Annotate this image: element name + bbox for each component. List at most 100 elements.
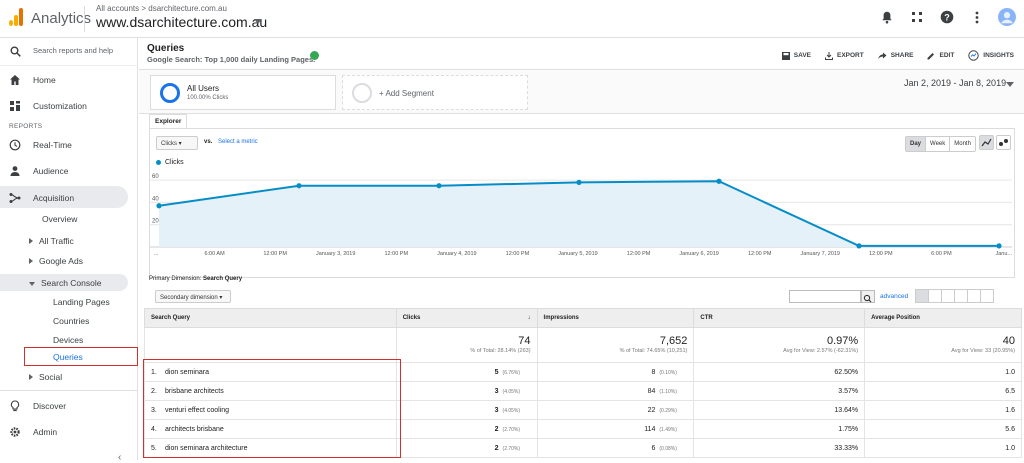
reports-section-label: REPORTS	[9, 123, 43, 130]
pivot-view-icon[interactable]	[980, 289, 994, 303]
share-icon	[878, 52, 887, 59]
ctr-cell: 13.64%	[693, 400, 866, 420]
line-chart: 20 40 60... 6:00 AM 12:00 PM January 3, 2019 1…	[150, 174, 1012, 257]
sidebar-item-label: Search Console	[41, 278, 102, 288]
chart-legend: Clicks	[156, 159, 184, 166]
x-tick-label: 12:00 PM	[748, 251, 772, 257]
ctr-cell: 33.33%	[693, 438, 866, 458]
x-tick-label: 12:00 PM	[385, 251, 409, 257]
col-header-label: Clicks	[402, 315, 421, 321]
analytics-logo[interactable]	[9, 8, 23, 26]
clicks-percent: (6.76%)	[502, 369, 521, 376]
line-chart-icon[interactable]	[979, 135, 994, 150]
sidebar-item-label: Discover	[33, 401, 67, 411]
totals-row: 74% of Total: 28.14% (263) 7,652% of Tot…	[144, 327, 1022, 363]
impressions-percent: (0.10%)	[659, 369, 677, 376]
sidebar-item-label: Audience	[33, 166, 69, 176]
help-icon[interactable]: ?	[938, 8, 956, 26]
account-breadcrumb[interactable]: All accounts > dsarchitecture.com.au	[96, 4, 227, 13]
sidebar-item-label: Social	[39, 372, 63, 382]
metric-select[interactable]: Clicks ▾	[156, 136, 198, 150]
totals-clicks-cell: 74% of Total: 28.14% (263)	[395, 327, 538, 363]
collapse-sidebar-icon[interactable]: ‹	[118, 452, 121, 463]
add-segment-button[interactable]: + Add Segment	[342, 75, 528, 110]
clicks-cell: 3 (4.05%)	[395, 400, 538, 420]
table-header-row: Search Query Clicks ↓ Impressions CTR Ave…	[144, 308, 1022, 328]
legend-label: Clicks	[165, 159, 184, 166]
share-button[interactable]: SHARE	[878, 50, 913, 61]
data-point	[296, 183, 302, 189]
export-button[interactable]: EXPORT	[824, 50, 864, 61]
col-header-position[interactable]: Average Position	[864, 308, 1022, 328]
comparison-view-icon[interactable]	[954, 289, 968, 303]
segment-placeholder-icon	[352, 83, 372, 103]
more-vert-icon[interactable]	[968, 8, 986, 26]
sidebar-item-label: Google Ads	[39, 256, 83, 266]
search-input[interactable]: Search reports and help	[33, 46, 113, 55]
month-button[interactable]: Month	[950, 137, 975, 151]
performance-view-icon[interactable]	[941, 289, 955, 303]
table-view-icon[interactable]	[915, 289, 929, 303]
x-tick-label: 12:00 PM	[263, 251, 287, 257]
motion-chart-icon[interactable]	[996, 135, 1011, 150]
clicks-percent: (2.70%)	[502, 445, 521, 452]
data-point	[856, 243, 862, 249]
select-metric-link[interactable]: Select a metric	[218, 139, 258, 145]
position-cell: 6.5	[864, 381, 1022, 401]
bell-icon[interactable]	[878, 8, 896, 26]
table-view-toggle	[915, 289, 994, 303]
chevron-down-icon[interactable]	[254, 19, 262, 24]
table-search-input[interactable]	[789, 290, 861, 303]
search-icon	[863, 294, 872, 303]
clicks-value: 3	[494, 406, 499, 414]
top-bar: Analytics All accounts > dsarchitecture.…	[0, 0, 1024, 38]
property-selector[interactable]: www.dsarchitecture.com.au	[96, 14, 267, 30]
apps-grid-icon[interactable]	[908, 8, 926, 26]
clicks-percent: (2.70%)	[502, 426, 521, 433]
advanced-filter-link[interactable]: advanced	[880, 293, 908, 300]
segment-all-users[interactable]: All Users 100.00% Clicks	[150, 75, 336, 110]
col-header-ctr[interactable]: CTR	[693, 308, 866, 328]
chart-panel: Clicks ▾ vs. Select a metric Day Week Mo…	[149, 128, 1015, 278]
secondary-dimension-select[interactable]: Secondary dimension ▾	[155, 290, 231, 303]
col-header-label: Average Position	[871, 315, 920, 321]
x-tick-label: 6:00 AM	[204, 251, 225, 257]
day-button[interactable]: Day	[906, 137, 927, 151]
sidebar-item-label: Landing Pages	[53, 297, 110, 307]
data-point	[576, 179, 582, 185]
y-tick-label: 20	[152, 219, 159, 225]
totals-value: 0.97%	[826, 335, 859, 347]
ctr-cell: 62.50%	[693, 362, 866, 382]
insights-button[interactable]: INSIGHTS	[968, 50, 1014, 61]
date-range-picker[interactable]: Jan 2, 2019 - Jan 8, 2019	[904, 78, 1006, 88]
percentage-view-icon[interactable]	[928, 289, 942, 303]
chevron-right-icon	[29, 374, 33, 380]
pencil-icon	[927, 52, 935, 59]
sidebar-search[interactable]: Search reports and help	[0, 38, 138, 66]
col-header-impressions[interactable]: Impressions	[536, 308, 695, 328]
position-value: 6.5	[1005, 387, 1015, 395]
tab-bar: Explorer	[139, 114, 1024, 129]
term-cloud-icon[interactable]	[967, 289, 981, 303]
chevron-down-icon[interactable]	[1006, 82, 1014, 87]
rows-highlight-box	[143, 359, 401, 458]
clicks-value: 3	[494, 387, 499, 395]
col-header-query[interactable]: Search Query	[144, 308, 397, 328]
edit-button[interactable]: EDIT	[927, 50, 954, 61]
week-button[interactable]: Week	[926, 137, 951, 151]
col-header-clicks[interactable]: Clicks ↓	[395, 308, 538, 328]
position-value: 1.0	[1005, 444, 1015, 452]
segment-percent: 100.00% Clicks	[187, 95, 229, 101]
x-tick-label: January 3, 2019	[316, 251, 355, 257]
sidebar-item-label: Admin	[33, 427, 58, 437]
insights-label: INSIGHTS	[983, 52, 1014, 59]
export-icon	[824, 51, 833, 60]
save-button[interactable]: SAVE	[781, 50, 811, 61]
sidebar-item-label: Acquisition	[33, 193, 75, 203]
clicks-percent: (4.05%)	[502, 407, 521, 414]
avatar[interactable]	[998, 8, 1016, 26]
edit-label: EDIT	[939, 52, 955, 59]
position-value: 1.6	[1005, 406, 1015, 414]
table-search-button[interactable]	[861, 290, 875, 303]
tab-explorer[interactable]: Explorer	[149, 114, 188, 129]
